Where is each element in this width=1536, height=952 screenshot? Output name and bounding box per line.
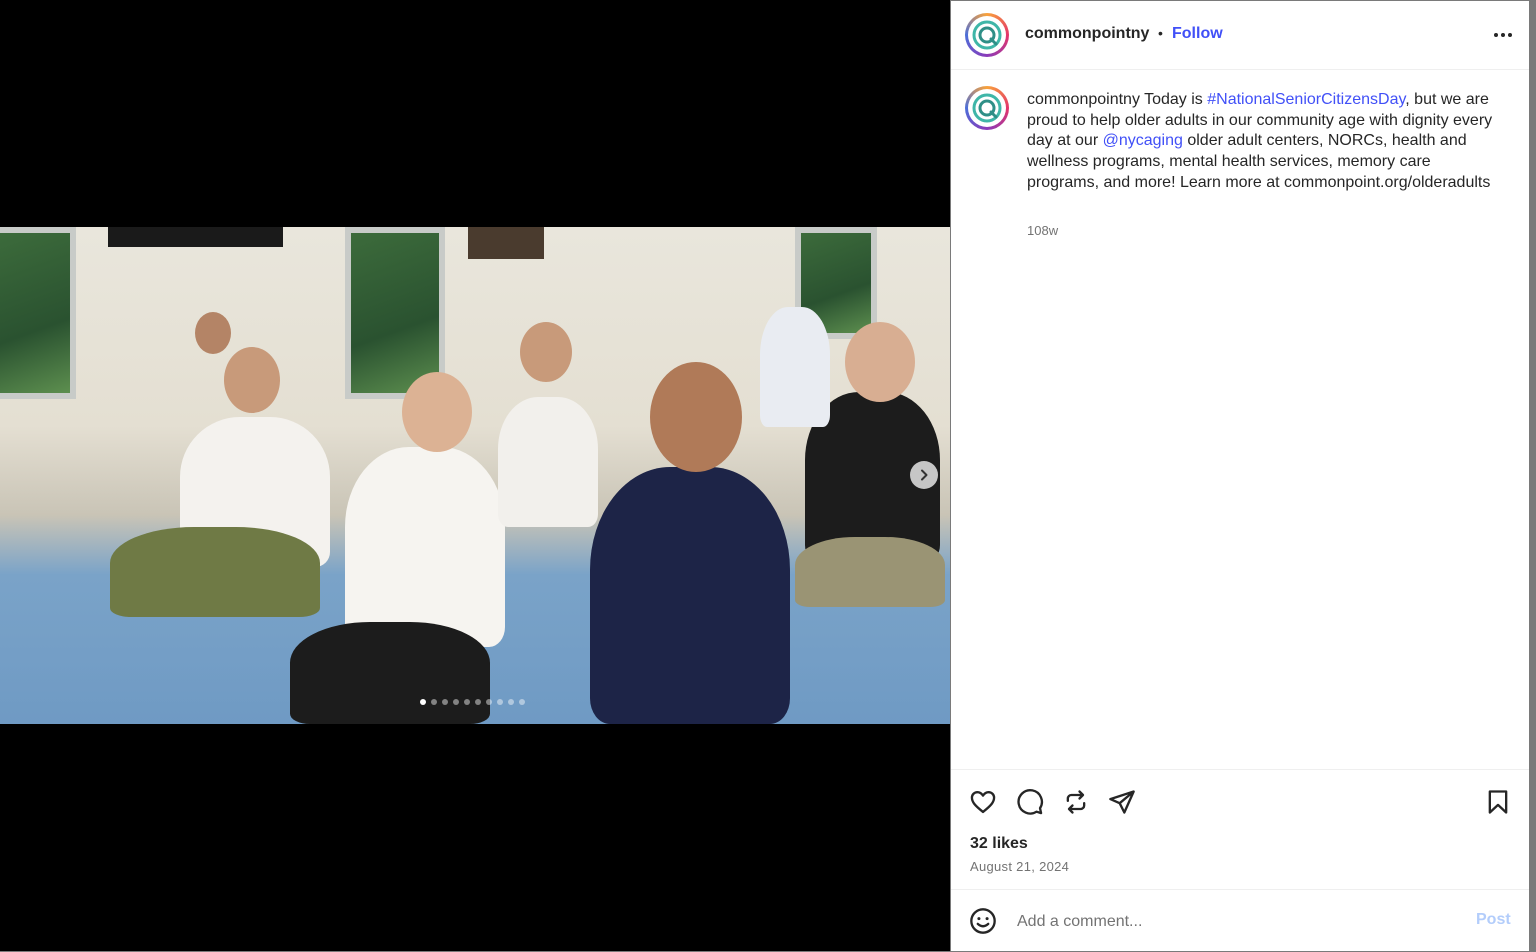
post-date: August 21, 2024: [970, 859, 1070, 874]
person-head: [195, 312, 231, 354]
carousel-dots: [420, 699, 525, 705]
post-username[interactable]: commonpointny: [1025, 25, 1149, 43]
person-head: [845, 322, 915, 402]
post-side-panel: commonpointny • Follow commonpointny Tod…: [951, 1, 1529, 951]
wall-plaque: [468, 227, 544, 259]
comment-icon: [1017, 789, 1043, 815]
window: [0, 227, 76, 399]
share-button[interactable]: [1108, 788, 1136, 816]
caption-text: Today is: [1139, 91, 1208, 108]
more-horizontal-icon: [1494, 33, 1512, 37]
comment-button[interactable]: [1016, 788, 1044, 816]
post-header: commonpointny • Follow: [951, 1, 1529, 70]
caption-username[interactable]: commonpointny: [1027, 91, 1140, 108]
brand-logo-icon: [972, 20, 1002, 50]
brand-logo-icon: [972, 93, 1002, 123]
person: [110, 527, 320, 617]
avatar[interactable]: [965, 13, 1009, 57]
carousel-dot: [486, 699, 492, 705]
wall-tv: [108, 227, 283, 247]
carousel-dot: [464, 699, 470, 705]
likes-count[interactable]: 32 likes: [970, 835, 1028, 853]
chevron-right-icon: [921, 469, 928, 481]
carousel-dot: [453, 699, 459, 705]
comment-box: Post: [951, 889, 1529, 952]
person-head: [650, 362, 742, 472]
caption-avatar[interactable]: [965, 86, 1009, 130]
person-head: [224, 347, 280, 413]
save-button[interactable]: [1484, 788, 1512, 816]
post-age[interactable]: 108w: [1027, 223, 1058, 238]
emoji-button[interactable]: [969, 907, 997, 935]
send-icon: [1109, 790, 1135, 814]
post-photo[interactable]: [0, 227, 950, 724]
person-head: [520, 322, 572, 382]
emoji-icon: [970, 908, 996, 934]
carousel-dot: [420, 699, 426, 705]
separator-dot: •: [1158, 25, 1163, 41]
person: [290, 622, 490, 724]
repost-button[interactable]: [1062, 788, 1090, 816]
person: [795, 537, 945, 607]
carousel-dot: [475, 699, 481, 705]
like-button[interactable]: [969, 788, 997, 816]
carousel-dot: [442, 699, 448, 705]
carousel-dot: [519, 699, 525, 705]
person: [345, 447, 505, 647]
follow-button[interactable]: Follow: [1172, 25, 1223, 43]
carousel-dot: [508, 699, 514, 705]
heart-icon: [970, 791, 996, 814]
carousel-next-button[interactable]: [910, 461, 938, 489]
person-head: [402, 372, 472, 452]
repost-icon: [1066, 790, 1086, 814]
caption-mention[interactable]: @nycaging: [1103, 132, 1183, 149]
comment-input[interactable]: [1015, 910, 1439, 934]
more-options-button[interactable]: [1493, 25, 1513, 50]
carousel-dot: [497, 699, 503, 705]
post-caption: commonpointny Today is #NationalSeniorCi…: [1027, 90, 1497, 194]
post-media: [0, 0, 950, 951]
person: [760, 307, 830, 427]
caption-hashtag[interactable]: #NationalSeniorCitizensDay: [1207, 91, 1405, 108]
bookmark-icon: [1488, 790, 1508, 814]
post-actions: 32 likes August 21, 2024: [951, 769, 1529, 890]
carousel-dot: [431, 699, 437, 705]
post-comment-button[interactable]: Post: [1476, 911, 1511, 929]
person: [590, 467, 790, 724]
person: [498, 397, 598, 527]
